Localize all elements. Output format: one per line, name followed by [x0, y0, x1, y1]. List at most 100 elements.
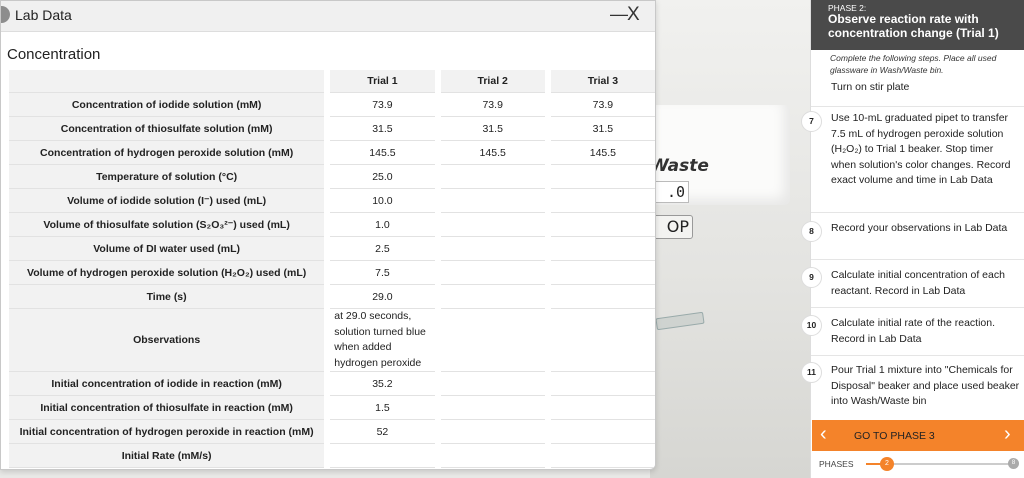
data-cell[interactable] [434, 260, 548, 285]
data-cell[interactable]: 31.5 [324, 116, 438, 141]
data-cell[interactable]: 35.2 [324, 371, 438, 396]
table-row: Initial concentration of thiosulfate in … [9, 395, 655, 420]
row-label: Concentration of thiosulfate solution (m… [9, 116, 328, 141]
step-11: 11 Pour Trial 1 mixture into "Chemicals … [801, 355, 1024, 418]
data-cell[interactable] [544, 260, 655, 285]
close-icon[interactable]: X [627, 4, 640, 26]
data-cell[interactable]: 1.5 [324, 395, 438, 420]
section-title: Concentration [7, 46, 101, 63]
step-text: Use 10-mL graduated pipet to transfer 7.… [831, 112, 1011, 186]
data-cell[interactable]: 73.9 [324, 92, 438, 117]
row-label: Volume of DI water used (mL) [9, 236, 328, 261]
row-label: Observations [9, 308, 328, 372]
data-cell[interactable]: 145.5 [324, 140, 438, 165]
minimize-icon[interactable]: — [610, 4, 628, 25]
step-text: Record your observations in Lab Data [831, 222, 1008, 234]
data-cell[interactable]: 7.5 [324, 260, 438, 285]
column-header: Trial 1 [324, 70, 438, 93]
table-row: Volume of thiosulfate solution (S₂O₃²⁻) … [9, 212, 655, 237]
row-label: Volume of hydrogen peroxide solution (H₂… [9, 260, 328, 285]
data-cell[interactable]: 31.5 [544, 116, 655, 141]
stop-button[interactable]: OP [652, 215, 693, 239]
column-header: Trial 2 [434, 70, 548, 93]
table-row: Concentration of hydrogen peroxide solut… [9, 140, 655, 165]
table-row: Concentration of thiosulfate solution (m… [9, 116, 655, 141]
data-cell[interactable] [544, 308, 655, 372]
row-label: Initial concentration of iodide in react… [9, 371, 328, 396]
go-to-phase-button[interactable]: ‹ GO TO PHASE 3 › [812, 420, 1024, 451]
data-cell[interactable] [434, 443, 548, 468]
data-cell[interactable]: 29.0 [324, 284, 438, 309]
data-cell[interactable]: 2.5 [324, 236, 438, 261]
table-row: Volume of DI water used (mL) 2.5 [9, 236, 655, 261]
data-cell[interactable] [434, 395, 548, 420]
data-cell[interactable] [544, 443, 655, 468]
step-number: 11 [801, 362, 822, 383]
step-10: 10 Calculate initial rate of the reactio… [801, 307, 1024, 356]
data-cell[interactable] [434, 164, 548, 189]
go-to-phase-label: GO TO PHASE 3 [854, 430, 935, 442]
chevron-left-icon[interactable]: ‹ [820, 423, 827, 446]
table-row: Volume of hydrogen peroxide solution (H₂… [9, 260, 655, 285]
table-header-row: Trial 1 Trial 2 Trial 3 [9, 70, 655, 93]
data-cell[interactable]: 31.5 [434, 116, 548, 141]
data-cell[interactable] [544, 212, 655, 237]
bin-label: Waste [650, 156, 709, 176]
phase-progress-track[interactable]: 2 8 [866, 457, 1019, 471]
phase-title: Observe reaction rate with concentration… [828, 12, 999, 40]
table-row: Initial concentration of iodide in react… [9, 371, 655, 396]
row-label: Time (s) [9, 284, 328, 309]
data-cell[interactable] [544, 188, 655, 213]
table-row: Observations at 29.0 seconds, solution tu… [9, 308, 655, 372]
data-cell[interactable] [544, 419, 655, 444]
balance-readout: .0 [652, 181, 689, 203]
phase-instructions: Complete the following steps. Place all … [830, 53, 997, 75]
data-cell[interactable] [544, 395, 655, 420]
data-cell[interactable] [434, 419, 548, 444]
data-cell[interactable] [544, 236, 655, 261]
data-cell[interactable]: 52 [324, 419, 438, 444]
table-row: Concentration of iodide solution (mM) 73.… [9, 92, 655, 117]
window-title: Lab Data [15, 7, 72, 23]
window-titlebar[interactable]: Lab Data — X [1, 1, 655, 32]
step-number: 10 [801, 315, 822, 336]
data-cell[interactable]: 145.5 [434, 140, 548, 165]
table-row: Initial Rate (mM/s) [9, 443, 655, 468]
data-cell[interactable] [544, 284, 655, 309]
data-cell[interactable] [544, 371, 655, 396]
phase-header: PHASE 2: Observe reaction rate with conc… [811, 0, 1024, 50]
data-cell[interactable]: 10.0 [324, 188, 438, 213]
row-label: Concentration of hydrogen peroxide solut… [9, 140, 328, 165]
step-8: 8 Record your observations in Lab Data [801, 212, 1024, 260]
current-phase-knob[interactable]: 2 [880, 457, 894, 471]
data-cell[interactable] [434, 371, 548, 396]
data-cell[interactable]: at 29.0 seconds, solution turned blue wh… [324, 308, 438, 372]
data-cell[interactable] [434, 236, 548, 261]
data-cell[interactable]: 1.0 [324, 212, 438, 237]
step-6-text: Turn on stir plate [831, 81, 910, 93]
chevron-right-icon[interactable]: › [1004, 423, 1011, 446]
last-phase-dot[interactable]: 8 [1008, 458, 1019, 469]
step-number: 7 [801, 111, 822, 132]
lab-data-table: Trial 1 Trial 2 Trial 3 Concentration of… [9, 70, 655, 468]
data-cell[interactable] [434, 188, 548, 213]
table-row: Temperature of solution (°C) 25.0 [9, 164, 655, 189]
header-blank [9, 70, 328, 93]
data-cell[interactable] [434, 284, 548, 309]
row-label: Volume of thiosulfate solution (S₂O₃²⁻) … [9, 212, 328, 237]
step-number: 9 [801, 267, 822, 288]
data-cell[interactable] [324, 443, 438, 468]
row-label: Volume of iodide solution (I⁻) used (mL) [9, 188, 328, 213]
step-7: 7 Use 10-mL graduated pipet to transfer … [801, 106, 1024, 213]
data-cell[interactable] [434, 308, 548, 372]
data-cell[interactable]: 25.0 [324, 164, 438, 189]
lab-data-window: Lab Data — X Concentration Trial 1 Trial… [0, 0, 656, 470]
data-cell[interactable] [434, 212, 548, 237]
data-cell[interactable]: 73.9 [434, 92, 548, 117]
data-cell[interactable]: 145.5 [544, 140, 655, 165]
step-number: 8 [801, 221, 822, 242]
column-header: Trial 3 [544, 70, 655, 93]
phases-label: PHASES [819, 459, 854, 469]
data-cell[interactable]: 73.9 [544, 92, 655, 117]
data-cell[interactable] [544, 164, 655, 189]
